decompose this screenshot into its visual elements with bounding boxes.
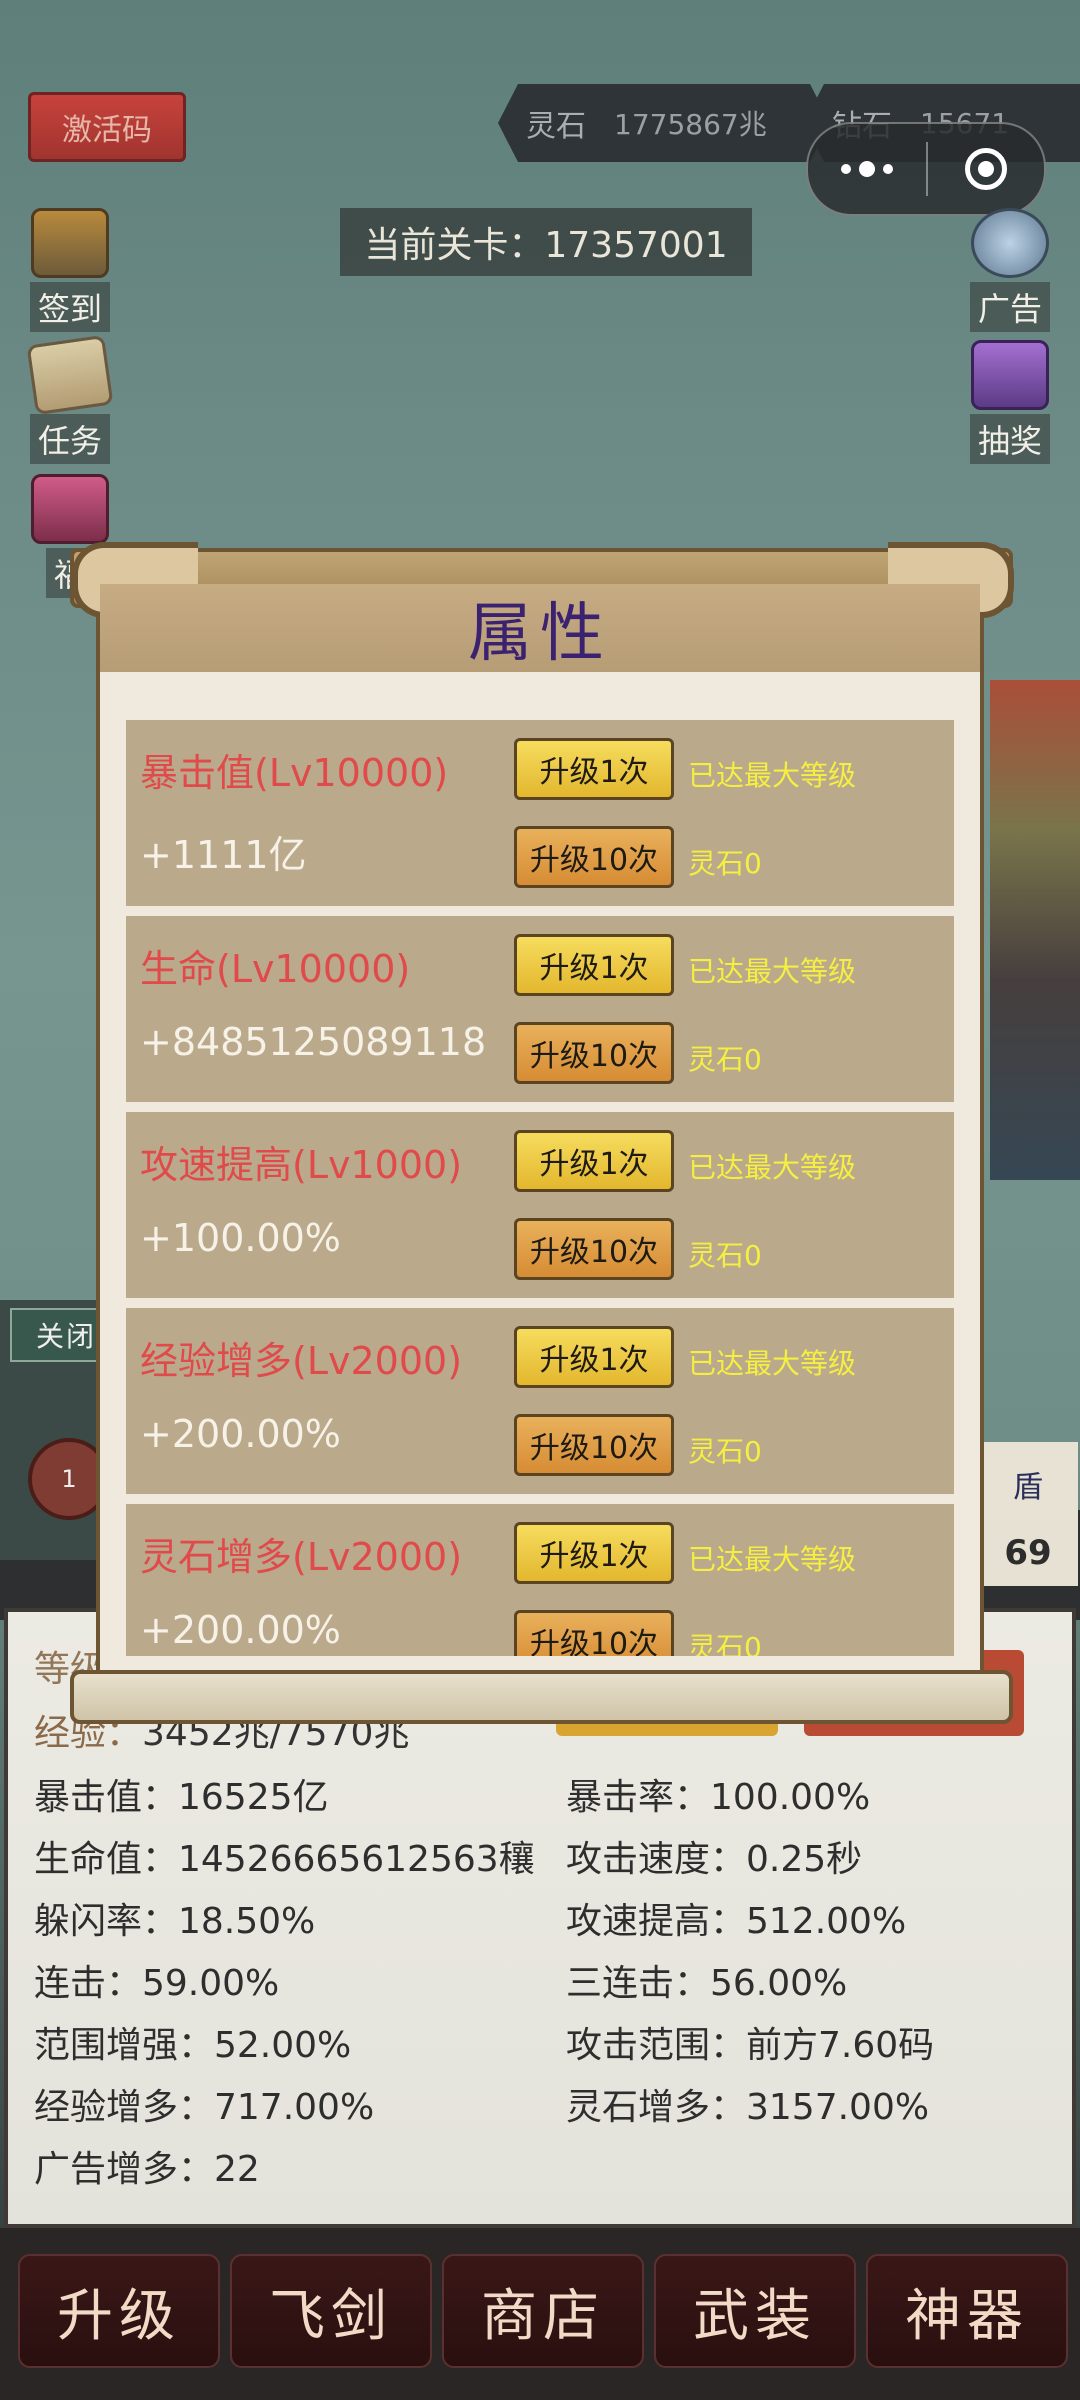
stone-cost: 灵石0 [688, 1239, 762, 1272]
dot-icon [841, 164, 851, 174]
stone-cost: 灵石0 [688, 1435, 762, 1468]
stat-left: 连击：59.00% [34, 1963, 280, 2004]
attribute-list[interactable]: 暴击值(Lv10000) +1111亿 升级1次 升级10次 已达最大等级 灵石… [126, 720, 954, 1656]
stat-left: 范围增强：52.00% [34, 2025, 352, 2066]
task-label: 任务 [29, 414, 110, 464]
treasure-chest-icon [31, 208, 109, 278]
attribute-value: +8485125089118 [140, 1020, 487, 1064]
close-miniprogram-button[interactable] [928, 148, 1044, 190]
stats-row: 范围增强：52.00% 攻击范围：前方7.60码 [34, 2016, 1054, 2078]
stat-left: 生命值：14526665612563穰 [34, 1839, 535, 1880]
stats-row: 广告增多：22 [34, 2140, 1054, 2202]
attribute-card: 攻速提高(Lv1000) +100.00% 升级1次 升级10次 已达最大等级 … [126, 1112, 954, 1298]
stone-label: 灵石 [526, 109, 586, 144]
attribute-card: 经验增多(Lv2000) +200.00% 升级1次 升级10次 已达最大等级 … [126, 1308, 954, 1494]
sign-in-button[interactable]: 签到 [22, 208, 118, 332]
attribute-card: 灵石增多(Lv2000) +200.00% 升级1次 升级10次 已达最大等级 … [126, 1504, 954, 1656]
upgrade-ten-button[interactable]: 升级10次 [514, 1218, 674, 1280]
nav-flying-sword[interactable]: 飞剑 [230, 2254, 432, 2368]
dot-icon [883, 164, 893, 174]
upgrade-once-button[interactable]: 升级1次 [514, 1326, 674, 1388]
shield-label: 盾 [1013, 1470, 1043, 1505]
gift-box-icon [31, 474, 109, 544]
max-level-status: 已达最大等级 [688, 1347, 857, 1380]
stone-value: 1775867兆 [614, 108, 767, 141]
upgrade-once-button[interactable]: 升级1次 [514, 934, 674, 996]
stats-row: 连击：59.00% 三连击：56.00% [34, 1954, 1054, 2016]
stat-right: 灵石增多：3157.00% [566, 2087, 930, 2128]
shield-value: 69 [978, 1520, 1078, 1586]
dot-icon [859, 161, 875, 177]
lottery-label: 抽奖 [969, 414, 1050, 464]
attribute-value: +200.00% [140, 1412, 341, 1456]
attribute-name: 生命(Lv10000) [140, 947, 411, 991]
sign-in-label: 签到 [29, 282, 110, 332]
stat-right: 暴击率：100.00% [566, 1777, 871, 1818]
modal-header: 属性 [100, 584, 980, 672]
target-icon [965, 148, 1007, 190]
stats-row: 躲闪率：18.50% 攻速提高：512.00% [34, 1892, 1054, 1954]
task-button[interactable]: 任务 [22, 334, 118, 464]
upgrade-ten-button[interactable]: 升级10次 [514, 1022, 674, 1084]
nav-armament[interactable]: 武装 [654, 2254, 856, 2368]
modal-title: 属性 [468, 597, 612, 671]
upgrade-ten-button[interactable]: 升级10次 [514, 1414, 674, 1476]
stat-left: 经验增多：717.00% [34, 2087, 375, 2128]
stone-cost: 灵石0 [688, 847, 762, 880]
stats-row: 经验增多：717.00% 灵石增多：3157.00% [34, 2078, 1054, 2140]
attribute-name: 灵石增多(Lv2000) [140, 1535, 463, 1579]
lottery-button[interactable]: 抽奖 [962, 340, 1058, 464]
max-level-status: 已达最大等级 [688, 955, 857, 988]
stat-left: 躲闪率：18.50% [34, 1901, 316, 1942]
nav-upgrade[interactable]: 升级 [18, 2254, 220, 2368]
close-tab[interactable]: 关闭 [10, 1308, 105, 1362]
upgrade-once-button[interactable]: 升级1次 [514, 738, 674, 800]
attribute-value: +200.00% [140, 1608, 341, 1652]
scroll-icon [26, 334, 114, 416]
attribute-name: 暴击值(Lv10000) [140, 751, 449, 795]
stats-row: 暴击值：16525亿 暴击率：100.00% [34, 1768, 1054, 1830]
nav-shop[interactable]: 商店 [442, 2254, 644, 2368]
nav-artifact[interactable]: 神器 [866, 2254, 1068, 2368]
stone-currency: 灵石 1775867兆 [498, 84, 830, 162]
attribute-card: 生命(Lv10000) +8485125089118 升级1次 升级10次 已达… [126, 916, 954, 1102]
max-level-status: 已达最大等级 [688, 1151, 857, 1184]
lottery-chest-icon [971, 340, 1049, 410]
max-level-status: 已达最大等级 [688, 1543, 857, 1576]
battle-scene [990, 680, 1080, 1180]
upgrade-ten-button[interactable]: 升级10次 [514, 1610, 674, 1656]
upgrade-once-button[interactable]: 升级1次 [514, 1130, 674, 1192]
ad-label: 广告 [969, 282, 1050, 332]
scroll-bottom-bar [70, 1670, 1013, 1724]
more-menu-button[interactable] [808, 161, 926, 177]
stat-left: 暴击值：16525亿 [34, 1777, 329, 1818]
close-tab-label: 关闭 [36, 1320, 97, 1353]
attribute-name: 经验增多(Lv2000) [140, 1339, 463, 1383]
current-level-display: 当前关卡：17357001 [340, 208, 752, 276]
miniprogram-capsule [806, 122, 1046, 216]
stat-right: 三连击：56.00% [566, 1963, 848, 2004]
stat-right: 攻速提高：512.00% [566, 1901, 907, 1942]
stat-right: 攻击速度：0.25秒 [566, 1839, 863, 1880]
attribute-value: +100.00% [140, 1216, 341, 1260]
max-level-status: 已达最大等级 [688, 759, 857, 792]
stats-row: 生命值：14526665612563穰 攻击速度：0.25秒 [34, 1830, 1054, 1892]
upgrade-once-button[interactable]: 升级1次 [514, 1522, 674, 1584]
upgrade-ten-button[interactable]: 升级10次 [514, 826, 674, 888]
crystal-icon [971, 208, 1049, 278]
stat-right: 攻击范围：前方7.60码 [566, 2025, 935, 2066]
activate-code-button[interactable]: 激活码 [28, 92, 186, 162]
attribute-value: +1111亿 [140, 833, 307, 877]
stats-grid: 暴击值：16525亿 暴击率：100.00% 生命值：1452666561256… [34, 1768, 1054, 2202]
stone-cost: 灵石0 [688, 1631, 762, 1656]
stat-left: 广告增多：22 [34, 2149, 260, 2190]
stone-cost: 灵石0 [688, 1043, 762, 1076]
attribute-card: 暴击值(Lv10000) +1111亿 升级1次 升级10次 已达最大等级 灵石… [126, 720, 954, 906]
attribute-name: 攻速提高(Lv1000) [140, 1143, 463, 1187]
ad-button[interactable]: 广告 [962, 208, 1058, 332]
